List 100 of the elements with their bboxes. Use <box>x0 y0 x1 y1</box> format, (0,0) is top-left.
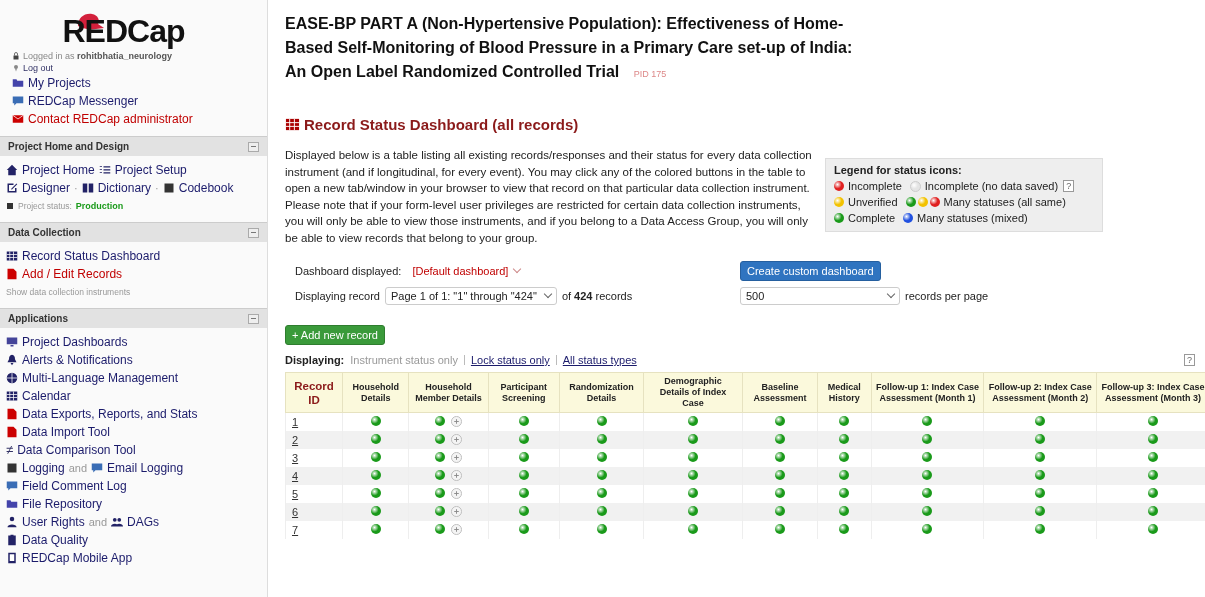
add-instance-icon[interactable] <box>451 415 462 427</box>
per-page-dropdown[interactable]: 500 <box>740 286 900 305</box>
column-header: Follow-up 2: Index Case Assessment (Month 2) <box>983 372 1097 413</box>
sidebar-link[interactable]: Data Import Tool <box>22 423 110 441</box>
status-dot <box>1035 470 1046 480</box>
record-id-link[interactable]: 1 <box>292 416 299 428</box>
collapse-toggle[interactable] <box>248 227 259 238</box>
sidebar-link[interactable]: REDCap Mobile App <box>22 549 133 567</box>
status-dot <box>596 434 607 444</box>
status-dot <box>688 452 698 462</box>
status-dot <box>518 470 529 480</box>
record-id-link[interactable]: 6 <box>292 506 299 518</box>
status-dot <box>839 506 850 516</box>
collapse-toggle[interactable] <box>248 313 259 324</box>
status-dot <box>596 524 607 534</box>
status-dot <box>839 488 850 498</box>
display-option[interactable]: Lock status only <box>470 354 550 366</box>
record-id-link[interactable]: 2 <box>292 434 299 446</box>
status-dot <box>774 524 785 534</box>
status-dot <box>518 452 529 462</box>
sidebar-link[interactable]: File Repository <box>22 495 103 513</box>
help-button[interactable]: ? <box>1063 180 1075 192</box>
status-dot <box>922 416 933 426</box>
status-dot <box>596 506 607 516</box>
square-icon <box>6 462 18 474</box>
help-button[interactable]: ? <box>1184 354 1195 366</box>
sidebar-link[interactable]: Logging <box>22 459 65 477</box>
sidebar-link[interactable]: Email Logging <box>107 459 184 477</box>
sidebar-link[interactable]: Dictionary <box>97 179 152 197</box>
grid-icon <box>285 117 300 132</box>
display-option[interactable]: All status types <box>562 354 637 366</box>
status-dot <box>1148 452 1159 462</box>
status-dot <box>1148 506 1159 516</box>
status-dot <box>688 506 698 516</box>
status-dot <box>370 488 381 498</box>
per-page-label: records per page <box>905 289 989 302</box>
sidebar-link[interactable]: Data Exports, Reports, and Stats <box>22 405 198 423</box>
record-id-link[interactable]: 4 <box>292 470 299 482</box>
add-record-button[interactable]: + Add new record <box>285 325 385 345</box>
legend-label: Complete <box>848 211 896 226</box>
sidebar-link[interactable]: User Rights <box>22 513 85 531</box>
status-dot <box>834 197 844 207</box>
status-dot <box>1035 434 1046 444</box>
create-dashboard-button[interactable]: Create custom dashboard <box>740 260 881 281</box>
add-instance-icon[interactable] <box>451 523 462 535</box>
column-header: Record ID <box>285 372 343 413</box>
record-id-link[interactable]: 5 <box>292 488 299 500</box>
bell-icon <box>6 354 18 366</box>
status-dot <box>834 181 844 191</box>
separator-text: and <box>88 515 108 530</box>
add-instance-icon[interactable] <box>451 451 462 463</box>
add-instance-icon[interactable] <box>451 505 462 517</box>
status-dot <box>774 434 785 444</box>
project-title: EASE-BP PART A (Non-Hypertensive Population): Effectiveness of Home-Based Self-Monitoring of Blood Pressure in a Primary Care set-up of India: An Open Label Randomized Controlled Trial PID 175 <box>285 14 854 82</box>
square-icon <box>162 182 175 194</box>
sidebar-link[interactable]: Codebook <box>178 179 234 197</box>
square-icon <box>6 202 14 210</box>
column-header: Participant Screening <box>488 372 560 413</box>
separator-text: · <box>155 181 159 196</box>
status-dot <box>688 488 698 498</box>
chat-bubble-icon <box>6 480 18 492</box>
status-dot <box>688 524 698 534</box>
dashboard-label: Dashboard displayed: <box>295 264 402 277</box>
add-instance-icon[interactable] <box>451 487 462 499</box>
status-dot <box>1148 470 1159 480</box>
record-id-link[interactable]: 7 <box>292 524 299 536</box>
sidebar-link[interactable]: Field Comment Log <box>22 477 127 495</box>
status-dot <box>922 434 933 444</box>
sidebar-link[interactable]: DAGs <box>127 513 160 531</box>
sidebar-link[interactable]: Project Dashboards <box>22 333 128 351</box>
sidebar-link[interactable]: Designer <box>22 179 71 197</box>
sidebar-link[interactable]: Data Quality <box>22 531 89 549</box>
record-count: of 424 records <box>561 289 633 302</box>
page-dropdown[interactable]: Page 1 of 1: "1" through "424" <box>385 286 557 305</box>
status-dot <box>688 470 698 480</box>
add-instance-icon[interactable] <box>451 433 462 445</box>
grid-icon <box>6 390 18 402</box>
dashboard-dropdown[interactable]: [Default dashboard] <box>406 262 527 279</box>
collapse-toggle[interactable] <box>248 141 259 152</box>
sidebar-link[interactable]: Add / Edit Records <box>22 265 123 283</box>
status-dot <box>1035 524 1046 534</box>
column-header: Medical History <box>817 372 872 413</box>
logout-link[interactable]: Log out <box>23 62 54 74</box>
sidebar-link[interactable]: Multi-Language Management <box>22 369 179 387</box>
sidebar-link[interactable]: Data Comparison Tool <box>17 441 136 459</box>
sidebar-link[interactable]: Record Status Dashboard <box>22 247 161 265</box>
page-heading: Record Status Dashboard (all records) <box>304 116 579 133</box>
sidebar-link[interactable]: Calendar <box>22 387 71 405</box>
status-dot <box>922 488 933 498</box>
section-title: Data Collection <box>8 227 81 238</box>
record-id-link[interactable]: 3 <box>292 452 299 464</box>
add-instance-icon[interactable] <box>451 469 462 481</box>
sidebar-link[interactable]: My Projects <box>28 74 91 92</box>
sidebar-link[interactable]: Contact REDCap administrator <box>28 110 193 128</box>
legend-label: Incomplete <box>848 179 902 194</box>
sidebar-link[interactable]: Project Setup <box>114 161 187 179</box>
column-header: Household Member Details <box>408 372 489 413</box>
sidebar-link[interactable]: REDCap Messenger <box>28 92 139 110</box>
sidebar-link[interactable]: Alerts & Notifications <box>22 351 133 369</box>
sidebar-link[interactable]: Project Home <box>22 161 95 179</box>
